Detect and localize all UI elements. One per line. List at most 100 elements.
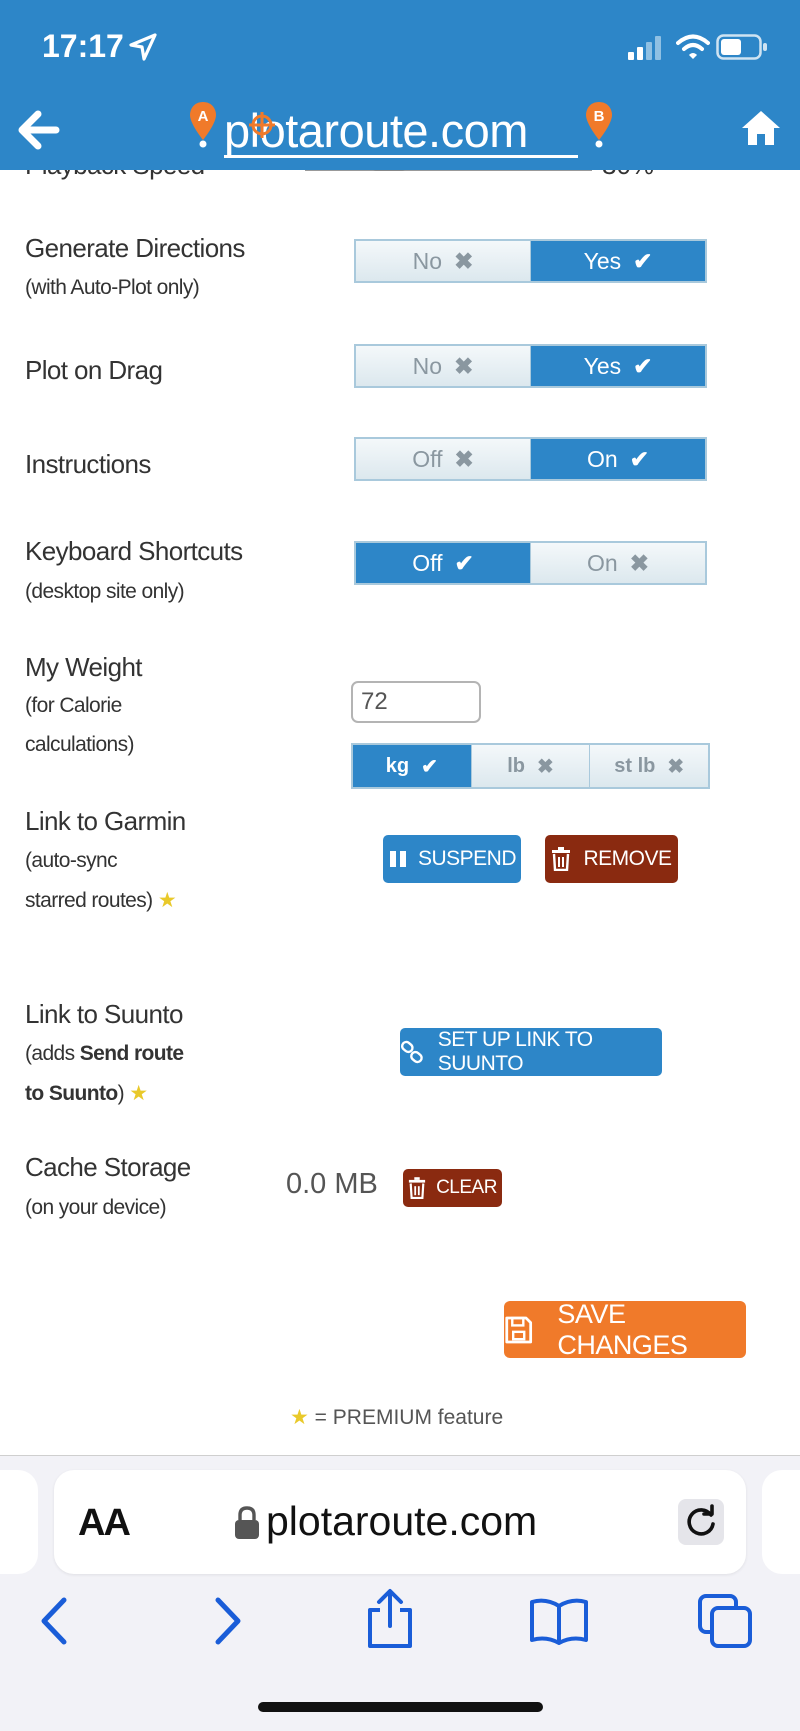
instructions-off[interactable]: Off ✖ bbox=[356, 439, 530, 479]
cross-icon: ✖ bbox=[629, 549, 649, 576]
cellular-signal-icon bbox=[628, 36, 661, 60]
pin-a-label: A bbox=[198, 108, 209, 125]
generate-directions-no[interactable]: No ✖ bbox=[356, 241, 530, 281]
site-header: A plotaroute.com B bbox=[0, 92, 800, 170]
playback-slider-handle[interactable] bbox=[372, 170, 406, 171]
playback-speed-value: 30% bbox=[602, 170, 654, 181]
suunto-label: Link to Suunto bbox=[25, 999, 183, 1029]
unit-kg[interactable]: kg ✔ bbox=[353, 745, 471, 787]
wifi-icon bbox=[676, 34, 710, 59]
option-label: Yes bbox=[583, 247, 622, 274]
plot-on-drag-yes[interactable]: Yes ✔ bbox=[530, 346, 705, 386]
tabs-icon[interactable] bbox=[696, 1592, 754, 1650]
status-time: 17:17 bbox=[42, 28, 124, 64]
site-logo[interactable]: A plotaroute.com B bbox=[184, 100, 616, 164]
reload-icon bbox=[687, 1504, 715, 1536]
trash-icon bbox=[408, 1177, 426, 1199]
pin-a-icon: A bbox=[190, 102, 216, 148]
clear-label: CLEAR bbox=[436, 1177, 497, 1198]
cross-icon: ✖ bbox=[454, 445, 474, 472]
home-icon[interactable] bbox=[740, 108, 782, 148]
generate-directions-yes[interactable]: Yes ✔ bbox=[530, 241, 705, 281]
premium-star-icon: ★ bbox=[129, 1082, 148, 1105]
pin-b-icon: B bbox=[586, 102, 612, 148]
setup-suunto-button[interactable]: SET UP LINK TO SUUNTO bbox=[400, 1028, 662, 1076]
garmin-label: Link to Garmin bbox=[25, 806, 186, 836]
option-label: lb bbox=[507, 754, 526, 777]
lock-icon bbox=[235, 1506, 259, 1539]
keyboard-shortcuts-off[interactable]: Off ✔ bbox=[356, 543, 530, 583]
remove-label: REMOVE bbox=[583, 847, 672, 870]
unit-lb[interactable]: lb ✖ bbox=[470, 745, 590, 787]
option-label: On bbox=[587, 445, 618, 472]
battery-icon bbox=[716, 34, 767, 60]
weight-unit-toggle[interactable]: kg ✔ lb ✖ st lb ✖ bbox=[351, 743, 710, 789]
generate-directions-toggle[interactable]: No ✖ Yes ✔ bbox=[354, 239, 707, 283]
premium-star-icon: ★ bbox=[157, 889, 177, 912]
pin-b-label: B bbox=[594, 108, 605, 125]
check-icon: ✔ bbox=[633, 352, 653, 379]
garmin-suspend-button[interactable]: SUSPEND bbox=[383, 835, 521, 883]
reload-button[interactable] bbox=[678, 1499, 724, 1545]
save-changes-button[interactable]: SAVE CHANGES bbox=[504, 1298, 746, 1360]
playback-speed-row: Playback Speed 30% bbox=[0, 170, 800, 182]
plot-on-drag-toggle[interactable]: No ✖ Yes ✔ bbox=[354, 344, 707, 388]
option-label: kg bbox=[385, 754, 410, 777]
plot-on-drag-no[interactable]: No ✖ bbox=[356, 346, 530, 386]
cache-clear-button[interactable]: CLEAR bbox=[403, 1169, 502, 1207]
check-icon: ✔ bbox=[454, 549, 474, 576]
generate-directions-sub: (with Auto-Plot only) bbox=[25, 276, 200, 299]
cross-icon: ✖ bbox=[454, 352, 474, 379]
premium-note: ★ = PREMIUM feature bbox=[290, 1405, 503, 1430]
floppy-disk-icon bbox=[505, 1316, 533, 1343]
generate-directions-label: Generate Directions bbox=[25, 233, 245, 263]
option-label: st lb bbox=[614, 754, 656, 777]
suunto-sub-text: (adds bbox=[25, 1042, 80, 1065]
back-arrow-icon[interactable] bbox=[18, 110, 60, 150]
option-label: No bbox=[412, 247, 443, 274]
keyboard-shortcuts-toggle[interactable]: Off ✔ On ✖ bbox=[354, 541, 707, 585]
setup-suunto-label: SET UP LINK TO SUUNTO bbox=[437, 1028, 593, 1075]
keyboard-shortcuts-on[interactable]: On ✖ bbox=[530, 543, 705, 583]
back-icon[interactable] bbox=[36, 1596, 72, 1646]
option-label: Yes bbox=[583, 352, 622, 379]
forward-icon[interactable] bbox=[210, 1596, 246, 1646]
instructions-on[interactable]: On ✔ bbox=[530, 439, 705, 479]
crosshair-icon bbox=[249, 112, 275, 138]
text-size-button[interactable]: AA bbox=[78, 1502, 131, 1545]
playback-slider-track[interactable] bbox=[305, 170, 592, 171]
option-label: Off bbox=[412, 445, 443, 472]
instructions-label: Instructions bbox=[25, 449, 151, 479]
bookmarks-icon[interactable] bbox=[528, 1596, 590, 1646]
save-changes-label: SAVE CHANGES bbox=[557, 1298, 688, 1360]
status-bar: 17:17 bbox=[0, 0, 800, 92]
plot-on-drag-label: Plot on Drag bbox=[25, 355, 163, 385]
instructions-toggle[interactable]: Off ✖ On ✔ bbox=[354, 437, 707, 481]
unit-st-lb[interactable]: st lb ✖ bbox=[589, 745, 709, 787]
option-label: On bbox=[587, 549, 618, 576]
keyboard-shortcuts-sub: (desktop site only) bbox=[25, 580, 185, 603]
address-bar[interactable]: AA plotaroute.com bbox=[54, 1470, 746, 1574]
weight-input[interactable] bbox=[351, 681, 481, 723]
suunto-sub-bold-2: to Suunto bbox=[25, 1082, 118, 1105]
location-arrow-icon bbox=[129, 33, 157, 61]
suunto-sub-1: (adds Send route bbox=[25, 1042, 184, 1066]
garmin-sub-1: (auto-sync bbox=[25, 849, 118, 872]
my-weight-sub-2: calculations) bbox=[25, 733, 135, 756]
my-weight-label: My Weight bbox=[25, 652, 143, 682]
suunto-sub-2: to Suunto) ★ bbox=[25, 1081, 148, 1106]
link-icon bbox=[400, 1040, 423, 1064]
cross-icon: ✖ bbox=[537, 755, 554, 778]
option-label: Off bbox=[412, 549, 443, 576]
garmin-remove-button[interactable]: REMOVE bbox=[545, 835, 678, 883]
check-icon: ✔ bbox=[421, 755, 438, 778]
premium-note-text: = PREMIUM feature bbox=[314, 1406, 504, 1429]
premium-star-icon: ★ bbox=[290, 1406, 309, 1429]
my-weight-sub-1: (for Calorie bbox=[25, 694, 122, 717]
url-domain: plotaroute.com bbox=[266, 1498, 538, 1544]
suunto-sub-close: ) bbox=[117, 1082, 125, 1105]
cache-sub: (on your device) bbox=[25, 1196, 167, 1219]
cache-label: Cache Storage bbox=[25, 1152, 191, 1182]
garmin-sub-2-row: starred routes) ★ bbox=[25, 888, 177, 913]
share-icon[interactable] bbox=[364, 1588, 416, 1650]
